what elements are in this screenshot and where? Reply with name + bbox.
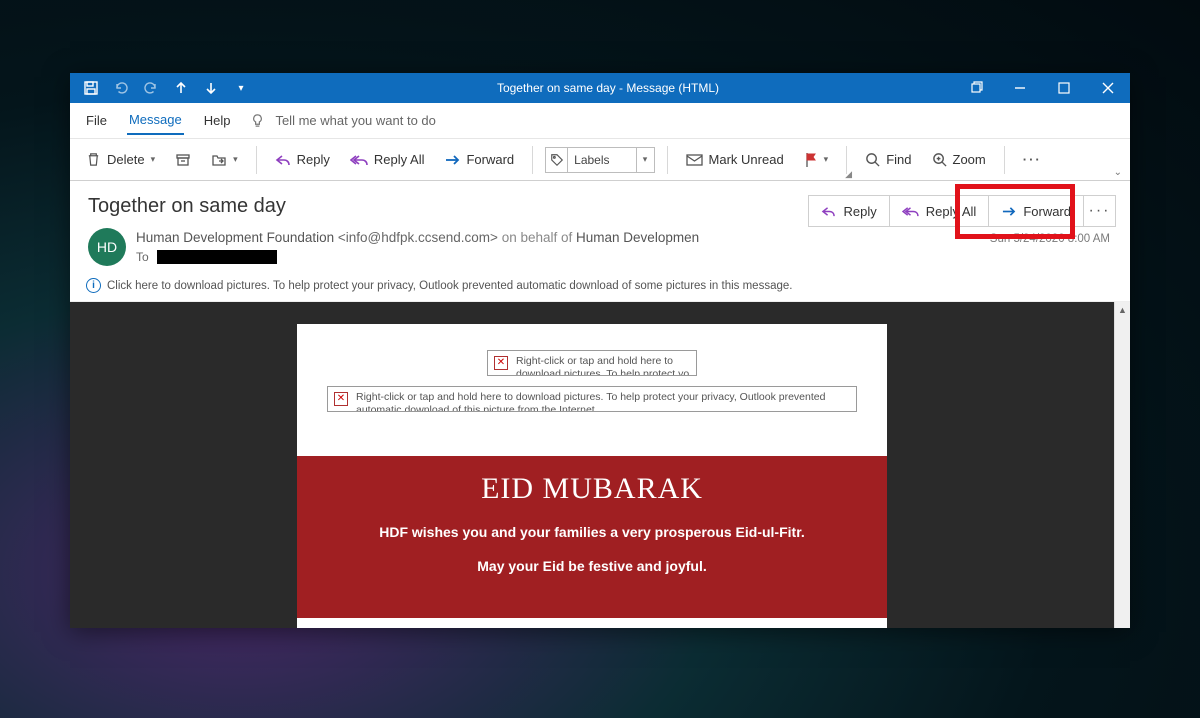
email-content: ✕ Right-click or tap and hold here to do… (297, 324, 887, 628)
zoom-button[interactable]: Zoom (926, 148, 992, 171)
tell-me-placeholder: Tell me what you want to do (275, 113, 435, 128)
ribbon-commands: Delete ▾ ▾ Reply Reply All Forward Label… (70, 139, 1130, 181)
arrow-up-icon[interactable] (168, 74, 194, 102)
trash-icon (86, 152, 101, 167)
quick-access-toolbar: ▾ (70, 74, 262, 102)
dialog-launcher-icon[interactable]: ◢ (845, 169, 852, 180)
mark-unread-label: Mark Unread (709, 152, 784, 167)
archive-icon (175, 152, 191, 168)
ribbon-more-button[interactable]: ··· (1017, 148, 1048, 171)
labels-label: Labels (568, 153, 635, 167)
arrow-down-icon[interactable] (198, 74, 224, 102)
window-controls (954, 73, 1130, 103)
message-body-viewport: ✕ Right-click or tap and hold here to do… (70, 302, 1130, 628)
find-label: Find (886, 152, 911, 167)
behalf-name: Human Developmen (576, 230, 699, 245)
zoom-icon (932, 152, 947, 167)
blocked-image-placeholder[interactable]: ✕ Right-click or tap and hold here to do… (487, 350, 697, 376)
redo-icon[interactable] (138, 74, 164, 102)
reply-all-icon (902, 205, 919, 218)
header-reply-label: Reply (843, 204, 876, 219)
reply-icon (275, 153, 291, 167)
forward-icon (1001, 205, 1016, 218)
ribbon-tabs: File Message Help Tell me what you want … (70, 103, 1130, 139)
header-action-buttons: Reply Reply All Forward ··· (808, 195, 1116, 227)
labels-dropdown[interactable]: Labels ▾ (545, 147, 654, 173)
tab-message[interactable]: Message (127, 106, 184, 135)
maximize-icon[interactable] (1042, 73, 1086, 103)
customize-qat-icon[interactable]: ▾ (228, 74, 254, 102)
move-button[interactable]: ▾ (205, 148, 244, 172)
header-reply-all-button[interactable]: Reply All (890, 195, 990, 227)
tab-file[interactable]: File (84, 107, 109, 134)
delete-label: Delete (107, 152, 145, 167)
header-reply-all-label: Reply All (926, 204, 977, 219)
forward-label: Forward (466, 152, 514, 167)
scroll-up-icon[interactable]: ▲ (1115, 302, 1130, 318)
vertical-scrollbar[interactable]: ▲ (1114, 302, 1130, 628)
placeholder-text: Right-click or tap and hold here to down… (516, 355, 690, 376)
search-icon (865, 152, 880, 167)
forward-icon (444, 153, 460, 167)
mark-unread-button[interactable]: Mark Unread (680, 148, 790, 171)
sender-avatar[interactable]: HD (88, 228, 126, 266)
eid-banner: EID MUBARAK HDF wishes you and your fami… (297, 456, 887, 618)
received-date: Sun 5/24/2020 8:00 AM (990, 233, 1110, 245)
reply-all-label: Reply All (374, 152, 425, 167)
info-icon: i (86, 278, 101, 293)
blocked-image-icon: ✕ (494, 356, 508, 370)
blocked-image-icon: ✕ (334, 392, 348, 406)
to-line: To (136, 250, 1112, 264)
eid-wish-line-1: HDF wishes you and your families a very … (317, 524, 867, 540)
reply-button[interactable]: Reply (269, 148, 336, 171)
to-recipient-redacted (157, 250, 277, 264)
collapse-ribbon-icon[interactable]: ⌄ (1114, 167, 1122, 178)
find-button[interactable]: Find (859, 148, 917, 171)
zoom-label: Zoom (953, 152, 986, 167)
undo-icon[interactable] (108, 74, 134, 102)
window-title: Together on same day - Message (HTML) (262, 81, 954, 95)
from-address: <info@hdfpk.ccsend.com> (338, 230, 498, 245)
forward-button[interactable]: Forward (438, 148, 520, 171)
tab-help[interactable]: Help (202, 107, 233, 134)
header-more-button[interactable]: ··· (1084, 195, 1116, 227)
reply-all-icon (350, 153, 368, 167)
outlook-message-window: ▾ Together on same day - Message (HTML) … (70, 73, 1130, 628)
blocked-image-placeholder[interactable]: ✕ Right-click or tap and hold here to do… (327, 386, 857, 412)
flag-icon (804, 152, 818, 168)
archive-button[interactable] (169, 148, 197, 172)
flag-button[interactable]: ▾ (798, 148, 835, 172)
from-name: Human Development Foundation (136, 230, 334, 245)
envelope-icon (686, 153, 703, 167)
tag-icon (546, 148, 568, 172)
lightbulb-icon (250, 113, 265, 128)
minimize-icon[interactable] (998, 73, 1042, 103)
title-bar: ▾ Together on same day - Message (HTML) (70, 73, 1130, 103)
chevron-down-icon: ▾ (636, 148, 654, 172)
folder-move-icon (211, 152, 227, 168)
delete-button[interactable]: Delete ▾ (80, 148, 161, 171)
infobar-text: Click here to download pictures. To help… (107, 280, 792, 292)
tell-me-search[interactable]: Tell me what you want to do (250, 113, 435, 128)
from-line: Human Development Foundation <info@hdfpk… (136, 228, 1112, 248)
placeholder-text: Right-click or tap and hold here to down… (356, 391, 850, 412)
reply-icon (821, 205, 836, 218)
restore-down-icon[interactable] (954, 73, 998, 103)
save-icon[interactable] (78, 74, 104, 102)
header-forward-label: Forward (1023, 204, 1071, 219)
eid-wish-line-2: May your Eid be festive and joyful. (317, 558, 867, 574)
header-reply-button[interactable]: Reply (808, 195, 889, 227)
download-pictures-infobar[interactable]: i Click here to download pictures. To he… (70, 272, 1130, 302)
eid-title: EID MUBARAK (317, 472, 867, 506)
on-behalf-label: on behalf of (502, 230, 573, 245)
reply-all-button[interactable]: Reply All (344, 148, 431, 171)
reply-label: Reply (297, 152, 330, 167)
close-icon[interactable] (1086, 73, 1130, 103)
header-forward-button[interactable]: Forward (989, 195, 1084, 227)
to-label: To (136, 250, 149, 264)
message-body[interactable]: ✕ Right-click or tap and hold here to do… (70, 302, 1114, 628)
